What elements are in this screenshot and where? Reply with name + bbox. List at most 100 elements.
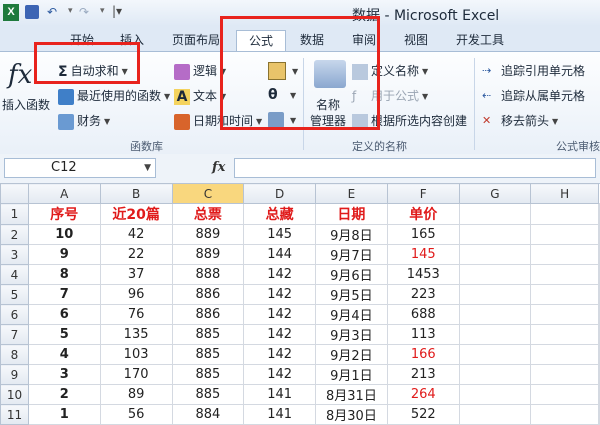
cell[interactable]: 8 [27,264,101,285]
cell[interactable] [458,304,532,325]
row-header[interactable]: 6 [0,304,29,325]
cell[interactable]: 885 [171,364,245,385]
cell[interactable]: 142 [243,324,316,345]
cell[interactable]: 1 [27,404,101,425]
cell[interactable]: 113 [386,324,460,345]
cell[interactable] [530,384,599,405]
cell[interactable]: 889 [171,244,245,265]
cell[interactable]: 165 [386,224,460,245]
cell[interactable]: 7 [27,284,101,305]
cell[interactable]: 142 [243,264,316,285]
trace-precedents-button[interactable]: ⇢ 追踪引用单元格 [482,62,585,80]
row-header[interactable]: 5 [0,284,29,305]
cell[interactable] [458,384,532,405]
redo-dropdown-icon[interactable]: ▾ [100,6,105,16]
cell[interactable]: 总票 [171,203,245,225]
cell[interactable]: 4 [27,344,101,365]
cell[interactable]: 近20篇 [99,203,173,225]
cell[interactable] [458,364,532,385]
cell[interactable]: 8月31日 [314,384,388,405]
cell[interactable] [598,284,600,305]
cell[interactable]: 96 [99,284,173,305]
column-header[interactable]: E [314,183,388,204]
cell[interactable] [598,384,600,405]
cell[interactable]: 885 [171,324,245,345]
cell[interactable]: 8月30日 [314,404,388,425]
cell[interactable] [598,244,600,265]
cell[interactable]: 885 [171,344,245,365]
row-header[interactable]: 2 [0,224,29,245]
row-header[interactable]: 10 [0,384,29,405]
cell[interactable]: 142 [243,284,316,305]
cell[interactable]: 9月2日 [314,344,388,365]
cell[interactable]: 9月3日 [314,324,388,345]
cell[interactable] [530,244,599,265]
tab-data[interactable]: 数据 [292,30,332,51]
insert-function-icon[interactable]: fx [212,160,225,175]
cell[interactable]: 886 [171,304,245,325]
cell[interactable] [530,284,599,305]
column-header[interactable]: H [530,183,599,204]
row-header[interactable]: 7 [0,324,29,345]
tab-view[interactable]: 视图 [396,30,436,51]
cell[interactable]: 141 [243,404,316,425]
more-functions-button[interactable]: ▼ [268,112,296,128]
cell[interactable] [530,324,599,345]
cell[interactable] [458,324,532,345]
cell[interactable]: 888 [171,264,245,285]
financial-button[interactable]: 财务 ▼ [58,112,110,130]
cell[interactable] [458,404,532,425]
insert-function-button[interactable]: 插入函数 [2,96,50,113]
use-in-formula-button[interactable]: ƒ 用于公式 ▼ [352,87,428,105]
cell[interactable]: 10 [27,224,101,245]
create-from-selection-button[interactable]: 根据所选内容创建 [352,112,467,130]
cell[interactable]: 889 [171,224,245,245]
chevron-down-icon[interactable]: ▼ [144,159,151,177]
cell[interactable]: 166 [386,344,460,365]
formula-input[interactable] [234,158,596,178]
cell[interactable]: 9月6日 [314,264,388,285]
tab-insert[interactable]: 插入 [114,30,150,51]
cell[interactable]: 日期 [314,203,388,225]
cell[interactable]: 223 [386,284,460,305]
row-header[interactable]: 3 [0,244,29,265]
cell[interactable]: 单价 [386,203,460,225]
cell[interactable]: 522 [386,404,460,425]
cell[interactable] [458,203,532,225]
trace-dependents-button[interactable]: ⇠ 追踪从属单元格 [482,87,585,105]
cell[interactable]: 9月1日 [314,364,388,385]
cell[interactable]: 76 [99,304,173,325]
cell[interactable] [598,224,600,245]
cell[interactable] [598,203,600,225]
cell[interactable] [530,364,599,385]
cell[interactable] [598,264,600,285]
cell[interactable]: 9月7日 [314,244,388,265]
cell[interactable]: 688 [386,304,460,325]
cell[interactable]: 170 [99,364,173,385]
row-header[interactable]: 4 [0,264,29,285]
cell[interactable]: 9 [27,244,101,265]
column-header[interactable]: D [243,183,316,204]
cell[interactable]: 序号 [27,203,101,225]
autosum-button[interactable]: Σ 自动求和 ▼ [58,62,128,80]
cell[interactable] [598,364,600,385]
cell[interactable]: 9月8日 [314,224,388,245]
cell[interactable]: 6 [27,304,101,325]
cell[interactable] [598,304,600,325]
define-name-button[interactable]: 定义名称 ▼ [352,62,428,80]
row-header[interactable]: 8 [0,344,29,365]
cell[interactable] [530,224,599,245]
cell[interactable] [458,244,532,265]
cell[interactable] [530,264,599,285]
name-box[interactable]: C12 ▼ [4,158,156,178]
cell[interactable]: 145 [386,244,460,265]
tab-page-layout[interactable]: 页面布局 [166,30,226,51]
cell[interactable]: 9月4日 [314,304,388,325]
text-button[interactable]: A 文本 ▼ [174,87,226,105]
datetime-button[interactable]: 日期和时间 ▼ [174,112,262,130]
name-manager-label-1[interactable]: 名称 [316,96,340,113]
cell[interactable]: 总藏 [243,203,316,225]
cell[interactable] [458,264,532,285]
cell[interactable]: 3 [27,364,101,385]
customize-toolbar-icon[interactable]: |▾ [112,4,122,18]
